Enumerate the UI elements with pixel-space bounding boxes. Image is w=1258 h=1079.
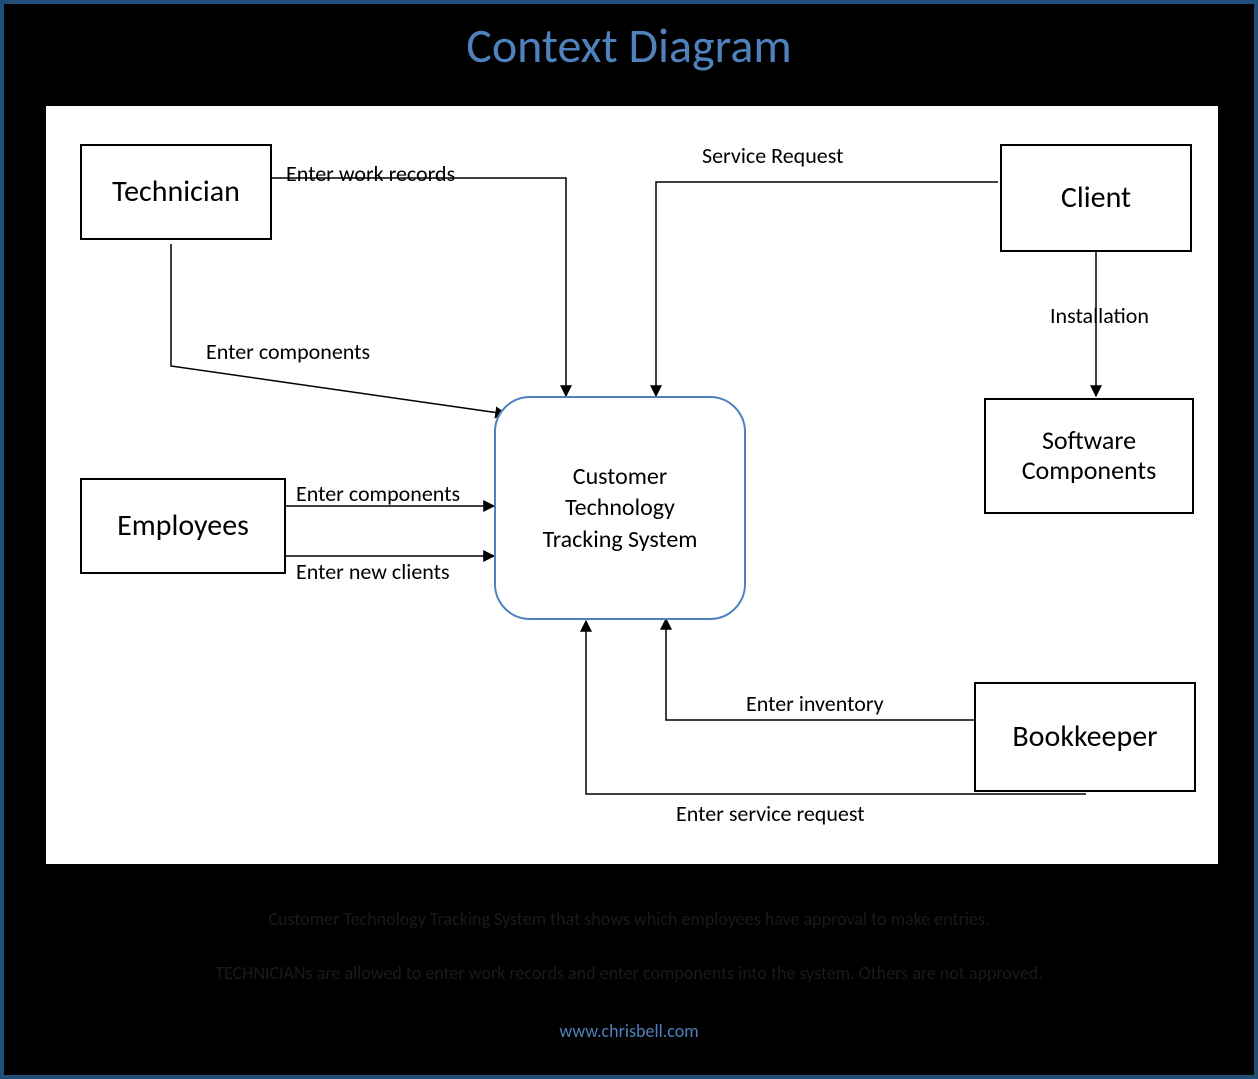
flow-emp-enter-components: Enter components: [296, 480, 460, 507]
entity-label: Employees: [117, 509, 249, 544]
flow-enter-inventory: Enter inventory: [746, 690, 884, 717]
process-label: Customer Technology Tracking System: [543, 461, 698, 555]
entity-client: Client: [1000, 144, 1192, 252]
flow-tech-enter-components: Enter components: [206, 338, 370, 365]
slide-title: Context Diagram: [4, 16, 1254, 75]
caption-line-1: Customer Technology Tracking System that…: [4, 908, 1254, 930]
flow-enter-service-request: Enter service request: [676, 800, 865, 827]
process-system: Customer Technology Tracking System: [494, 396, 746, 620]
caption-line-2: TECHNICIANs are allowed to enter work re…: [4, 962, 1254, 984]
entity-label: Bookkeeper: [1012, 720, 1157, 755]
entity-bookkeeper: Bookkeeper: [974, 682, 1196, 792]
flow-enter-new-clients: Enter new clients: [296, 558, 450, 585]
flow-enter-work-records: Enter work records: [286, 160, 455, 187]
entity-software-components: Software Components: [984, 398, 1194, 514]
entity-label: Software Components: [1022, 426, 1157, 486]
slide-frame: Context Diagram: [0, 0, 1258, 1079]
entity-label: Technician: [112, 175, 240, 210]
flow-installation: Installation: [1050, 302, 1149, 329]
diagram-canvas: Technician Employees Client Software Com…: [46, 106, 1218, 864]
footer-url: www.chrisbell.com: [4, 1020, 1254, 1042]
entity-employees: Employees: [80, 478, 286, 574]
flow-service-request: Service Request: [702, 142, 843, 169]
entity-technician: Technician: [80, 144, 272, 240]
entity-label: Client: [1061, 181, 1131, 216]
